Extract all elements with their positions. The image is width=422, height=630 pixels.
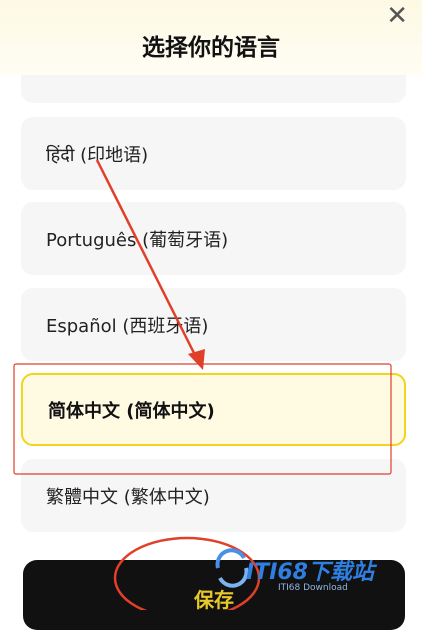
watermark-brand: ITI68下载站 xyxy=(246,560,374,585)
watermark: ITI68下载站 ITI68 Download xyxy=(208,538,408,600)
language-item-partial[interactable]: (...) xyxy=(21,75,406,103)
close-icon[interactable]: ✕ xyxy=(386,3,408,29)
language-item-portuguese[interactable]: Português (葡萄牙语) xyxy=(21,202,406,275)
page-title: 选择你的语言 xyxy=(142,35,280,61)
language-item-traditional-chinese[interactable]: 繁體中文 (繁体中文) xyxy=(21,459,406,532)
language-label: Português (葡萄牙语) xyxy=(46,229,229,251)
dialog-header: 选择你的语言 ✕ xyxy=(0,0,422,75)
language-list[interactable]: (...) हिंदी (印地语) Português (葡萄牙语) Españ… xyxy=(0,75,422,555)
language-label: Español (西班牙语) xyxy=(46,315,209,337)
language-item-hindi[interactable]: हिंदी (印地语) xyxy=(21,117,406,190)
language-label: 繁體中文 (繁体中文) xyxy=(46,486,210,508)
language-label: 简体中文 (简体中文) xyxy=(48,400,215,422)
language-item-spanish[interactable]: Español (西班牙语) xyxy=(21,288,406,361)
watermark-subtitle: ITI68 Download xyxy=(278,583,348,593)
language-label: हिंदी (印地语) xyxy=(46,144,149,166)
language-item-simplified-chinese[interactable]: 简体中文 (简体中文) xyxy=(21,373,406,446)
